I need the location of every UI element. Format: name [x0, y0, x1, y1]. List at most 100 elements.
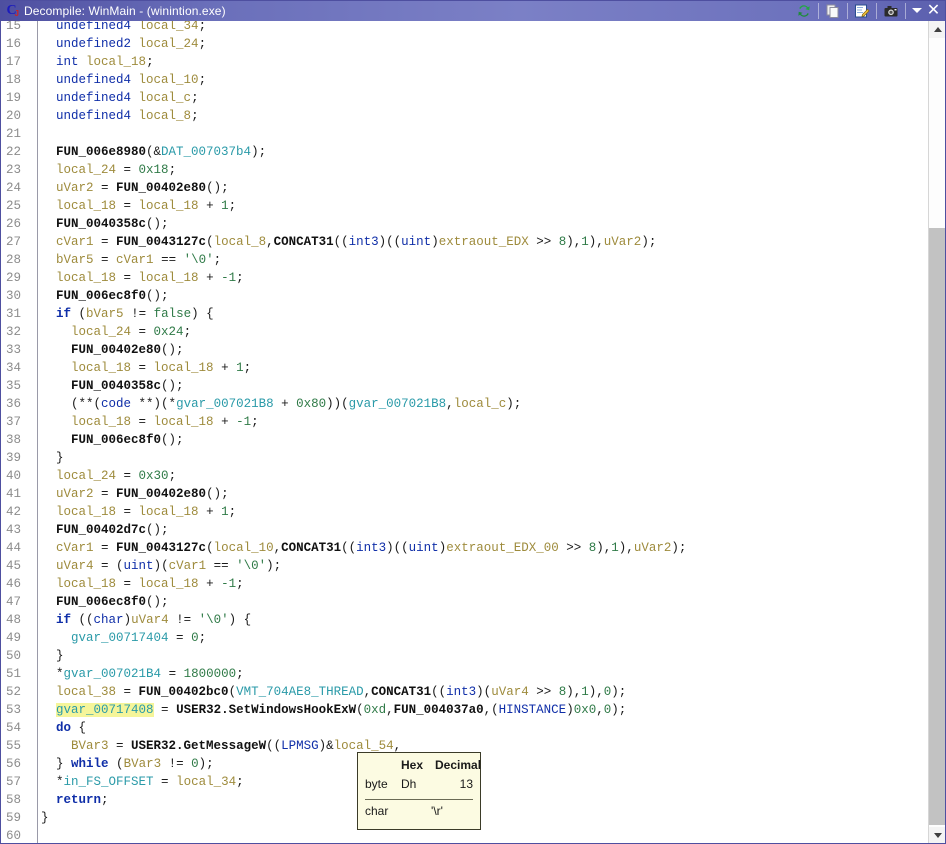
code-line[interactable]: 22 FUN_006e8980(&DAT_007037b4);: [1, 143, 928, 161]
code-token[interactable]: uVar2: [604, 235, 642, 249]
code-token[interactable]: =: [116, 577, 139, 591]
code-token[interactable]: ((: [431, 685, 446, 699]
code-token[interactable]: HINSTANCE: [499, 703, 567, 717]
code-line[interactable]: 48 if ((char)uVar4 != '\0') {: [1, 611, 928, 629]
code-token[interactable]: )(: [154, 559, 169, 573]
code-token[interactable]: local_24: [56, 163, 116, 177]
code-line[interactable]: 26 FUN_0040358c();: [1, 215, 928, 233]
code-token[interactable]: ;: [191, 109, 199, 123]
code-token[interactable]: [131, 73, 139, 87]
code-token[interactable]: 1800000: [184, 667, 237, 681]
code-token[interactable]: ;: [199, 37, 207, 51]
code-token[interactable]: uVar2: [634, 541, 672, 555]
code-line-text[interactable]: [32, 125, 928, 143]
code-token[interactable]: USER32.GetMessageW: [131, 739, 266, 753]
code-token[interactable]: )&: [319, 739, 334, 753]
code-token[interactable]: }: [41, 811, 49, 825]
code-token[interactable]: DAT_007037b4: [161, 145, 251, 159]
code-token[interactable]: char: [94, 613, 124, 627]
code-line[interactable]: 27 cVar1 = FUN_0043127c(local_8,CONCAT31…: [1, 233, 928, 251]
code-token[interactable]: +: [199, 199, 222, 213]
code-token[interactable]: = (: [94, 559, 124, 573]
code-line-text[interactable]: gvar_00717408 = USER32.SetWindowsHookExW…: [32, 701, 928, 719]
code-token[interactable]: )((: [379, 235, 402, 249]
code-token[interactable]: *: [56, 667, 64, 681]
code-token[interactable]: local_18: [71, 361, 131, 375]
code-token[interactable]: ;: [199, 21, 207, 33]
code-token[interactable]: FUN_00402e80: [116, 487, 206, 501]
code-token[interactable]: undefined4: [56, 91, 131, 105]
code-line[interactable]: 52 local_38 = FUN_00402bc0(VMT_704AE8_TH…: [1, 683, 928, 701]
code-line[interactable]: 20 undefined4 local_8;: [1, 107, 928, 125]
code-token[interactable]: 1: [236, 361, 244, 375]
code-line[interactable]: 50 }: [1, 647, 928, 665]
code-line[interactable]: 29 local_18 = local_18 + -1;: [1, 269, 928, 287]
code-line-text[interactable]: FUN_00402d7c();: [32, 521, 928, 539]
code-line-text[interactable]: undefined4 local_10;: [32, 71, 928, 89]
decompiler-code-panel[interactable]: 15 undefined4 local_34;16 undefined2 loc…: [0, 21, 928, 844]
code-token[interactable]: [79, 55, 87, 69]
code-token[interactable]: FUN_00402bc0: [139, 685, 229, 699]
code-token[interactable]: USER32.SetWindowsHookExW: [176, 703, 356, 717]
code-token[interactable]: local_18: [71, 415, 131, 429]
code-token[interactable]: =: [94, 253, 117, 267]
code-token[interactable]: (**(: [71, 397, 101, 411]
code-token[interactable]: =: [169, 631, 192, 645]
code-token[interactable]: cVar1: [56, 541, 94, 555]
code-token[interactable]: ))(: [326, 397, 349, 411]
scroll-up-arrow-icon[interactable]: [929, 21, 946, 38]
code-token[interactable]: ((: [334, 235, 349, 249]
code-token[interactable]: uint: [401, 235, 431, 249]
code-line[interactable]: 33 FUN_00402e80();: [1, 341, 928, 359]
code-token[interactable]: ) {: [229, 613, 252, 627]
code-token[interactable]: =: [131, 361, 154, 375]
code-token[interactable]: LPMSG: [281, 739, 319, 753]
code-token[interactable]: ),: [566, 235, 581, 249]
code-token[interactable]: =: [154, 775, 177, 789]
code-token[interactable]: =: [94, 235, 117, 249]
code-token[interactable]: +: [199, 577, 222, 591]
code-line-text[interactable]: local_18 = local_18 + 1;: [32, 503, 928, 521]
code-token[interactable]: ;: [169, 469, 177, 483]
code-token[interactable]: '\0': [236, 559, 266, 573]
code-line-text[interactable]: local_24 = 0x30;: [32, 467, 928, 485]
vertical-scrollbar[interactable]: [928, 21, 946, 844]
code-token[interactable]: 0x0: [574, 703, 597, 717]
code-line-text[interactable]: (**(code **)(*gvar_007021B8 + 0x80))(gva…: [32, 395, 928, 413]
code-token[interactable]: local_18: [86, 55, 146, 69]
code-token[interactable]: =: [116, 469, 139, 483]
code-token[interactable]: =: [116, 505, 139, 519]
code-line-text[interactable]: FUN_00402e80();: [32, 341, 928, 359]
code-line[interactable]: 19 undefined4 local_c;: [1, 89, 928, 107]
code-token[interactable]: *: [56, 775, 64, 789]
code-line-text[interactable]: *gvar_007021B4 = 1800000;: [32, 665, 928, 683]
code-token[interactable]: gvar_007021B8: [349, 397, 447, 411]
code-token[interactable]: ;: [191, 91, 199, 105]
code-line[interactable]: 32 local_24 = 0x24;: [1, 323, 928, 341]
code-line[interactable]: 40 local_24 = 0x30;: [1, 467, 928, 485]
code-token[interactable]: )((: [386, 541, 409, 555]
code-token[interactable]: !=: [161, 757, 191, 771]
code-token[interactable]: ;: [169, 163, 177, 177]
code-token[interactable]: gvar_00717404: [71, 631, 169, 645]
code-token[interactable]: local_18: [139, 271, 199, 285]
code-token[interactable]: int3: [446, 685, 476, 699]
code-line[interactable]: 30 FUN_006ec8f0();: [1, 287, 928, 305]
code-token[interactable]: local_10: [214, 541, 274, 555]
code-token[interactable]: uint: [409, 541, 439, 555]
code-token[interactable]: uint: [124, 559, 154, 573]
code-line-text[interactable]: cVar1 = FUN_0043127c(local_8,CONCAT31((i…: [32, 233, 928, 251]
code-token[interactable]: ,: [596, 703, 604, 717]
code-token[interactable]: CONCAT31: [371, 685, 431, 699]
close-icon[interactable]: ✕: [926, 1, 944, 21]
code-token[interactable]: ;: [236, 577, 244, 591]
code-line-text[interactable]: }: [32, 449, 928, 467]
code-line-text[interactable]: FUN_006ec8f0();: [32, 431, 928, 449]
code-token[interactable]: +: [199, 271, 222, 285]
code-token[interactable]: );: [611, 685, 626, 699]
code-token[interactable]: +: [214, 415, 237, 429]
code-token[interactable]: [131, 21, 139, 33]
code-token[interactable]: ();: [161, 343, 184, 357]
code-line[interactable]: 15 undefined4 local_34;: [1, 21, 928, 35]
code-token[interactable]: FUN_00402e80: [116, 181, 206, 195]
